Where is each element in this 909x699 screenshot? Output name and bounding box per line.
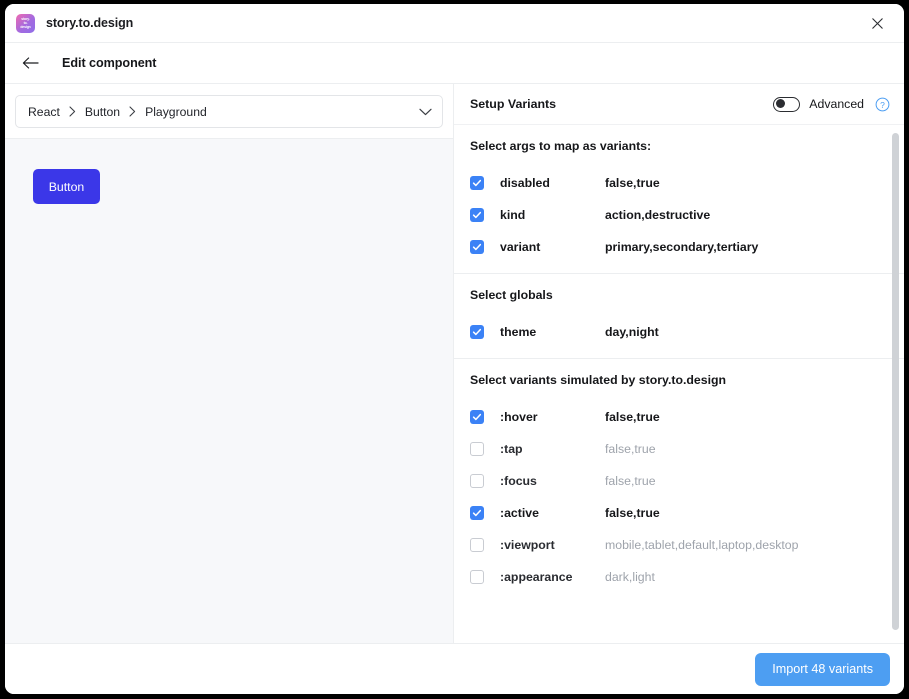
toggle-knob	[775, 99, 785, 108]
section-simulated-title: Select variants simulated by story.to.de…	[470, 373, 727, 387]
row-label-appearance: :appearance	[500, 570, 573, 584]
row-values-active: false,true	[605, 506, 660, 520]
variant-row-appearance[interactable]: :appearance dark,light	[470, 561, 888, 593]
panel-header: Setup Variants Advanced ?	[454, 84, 904, 124]
advanced-toggle[interactable]	[773, 96, 801, 112]
svg-text:?: ?	[880, 99, 885, 109]
check-icon	[472, 179, 482, 187]
check-icon	[472, 328, 482, 336]
variant-row-kind[interactable]: kind action,destructive	[470, 199, 888, 231]
breadcrumb-item-2[interactable]: Playground	[145, 105, 207, 119]
section-args-title: Select args to map as variants:	[470, 139, 652, 153]
variants-panel: Setup Variants Advanced ? Select args to…	[454, 84, 904, 643]
import-variants-button[interactable]: Import 48 variants	[755, 652, 890, 686]
checkbox-appearance[interactable]	[470, 570, 484, 584]
checkbox-active[interactable]	[470, 506, 484, 520]
section-globals-title: Select globals	[470, 288, 553, 302]
page-title: Edit component	[62, 56, 157, 70]
app-window: story. to. design story.to.design Edit c…	[5, 4, 904, 694]
variant-row-variant[interactable]: variant primary,secondary,tertiary	[470, 231, 888, 263]
check-icon	[472, 211, 482, 219]
variant-row-disabled[interactable]: disabled false,true	[470, 167, 888, 199]
variant-row-focus[interactable]: :focus false,true	[470, 465, 888, 497]
checkbox-variant[interactable]	[470, 240, 484, 254]
component-canvas: Button	[5, 138, 453, 643]
logo-line-3: design	[20, 25, 31, 30]
row-values-variant: primary,secondary,tertiary	[605, 240, 759, 254]
main-body: React Button Playground Button Setup Var…	[5, 84, 904, 643]
breadcrumb-wrapper: React Button Playground	[5, 84, 453, 138]
row-values-tap: false,true	[605, 442, 656, 456]
row-values-focus: false,true	[605, 474, 656, 488]
checkbox-theme[interactable]	[470, 325, 484, 339]
title-bar: story. to. design story.to.design	[5, 4, 904, 43]
row-values-appearance: dark,light	[605, 570, 655, 584]
checkbox-disabled[interactable]	[470, 176, 484, 190]
panel-scrollbar[interactable]	[892, 133, 899, 630]
row-label-theme: theme	[500, 325, 537, 339]
variant-row-viewport[interactable]: :viewport mobile,tablet,default,laptop,d…	[470, 529, 888, 561]
check-icon	[472, 243, 482, 251]
app-logo-icon: story. to. design	[16, 13, 35, 33]
chevron-right-icon-2	[129, 106, 136, 117]
app-title: story.to.design	[46, 16, 134, 30]
row-label-hover: :hover	[500, 410, 538, 424]
row-label-active: :active	[500, 506, 539, 520]
row-values-kind: action,destructive	[605, 208, 711, 222]
variants-scroll-area[interactable]: Select args to map as variants: disabled…	[454, 124, 904, 643]
row-label-variant: variant	[500, 240, 541, 254]
back-button[interactable]	[19, 52, 41, 74]
variant-row-theme[interactable]: theme day,night	[470, 316, 888, 348]
advanced-label: Advanced	[809, 97, 864, 111]
breadcrumb-item-1[interactable]: Button	[85, 105, 120, 119]
sub-header: Edit component	[5, 43, 904, 84]
variant-row-active[interactable]: :active false,true	[470, 497, 888, 529]
checkbox-viewport[interactable]	[470, 538, 484, 552]
breadcrumb-item-0[interactable]: React	[28, 105, 60, 119]
help-button[interactable]: ?	[875, 97, 890, 112]
section-globals: Select globals theme day,night	[454, 273, 904, 358]
row-values-theme: day,night	[605, 325, 659, 339]
breadcrumb-select[interactable]: React Button Playground	[15, 95, 443, 128]
row-label-disabled: disabled	[500, 176, 550, 190]
row-values-viewport: mobile,tablet,default,laptop,desktop	[605, 538, 799, 552]
panel-title: Setup Variants	[470, 97, 557, 111]
variant-row-hover[interactable]: :hover false,true	[470, 401, 888, 433]
close-button[interactable]	[864, 10, 890, 36]
row-label-focus: :focus	[500, 474, 537, 488]
chevron-right-icon	[69, 106, 76, 117]
section-simulated: Select variants simulated by story.to.de…	[454, 358, 904, 603]
arrow-left-icon	[22, 57, 39, 69]
close-icon	[871, 17, 883, 29]
row-label-tap: :tap	[500, 442, 523, 456]
checkbox-hover[interactable]	[470, 410, 484, 424]
footer-bar: Import 48 variants	[5, 643, 904, 694]
variant-row-tap[interactable]: :tap false,true	[470, 433, 888, 465]
checkbox-focus[interactable]	[470, 474, 484, 488]
row-values-hover: false,true	[605, 410, 660, 424]
check-icon	[472, 413, 482, 421]
checkbox-tap[interactable]	[470, 442, 484, 456]
section-args: Select args to map as variants: disabled…	[454, 125, 904, 273]
row-label-kind: kind	[500, 208, 526, 222]
component-preview-button[interactable]: Button	[33, 169, 100, 204]
row-values-disabled: false,true	[605, 176, 660, 190]
checkbox-kind[interactable]	[470, 208, 484, 222]
chevron-down-icon[interactable]	[419, 108, 432, 116]
preview-pane: React Button Playground Button	[5, 84, 454, 643]
check-icon	[472, 509, 482, 517]
question-circle-icon: ?	[875, 97, 890, 111]
row-label-viewport: :viewport	[500, 538, 555, 552]
